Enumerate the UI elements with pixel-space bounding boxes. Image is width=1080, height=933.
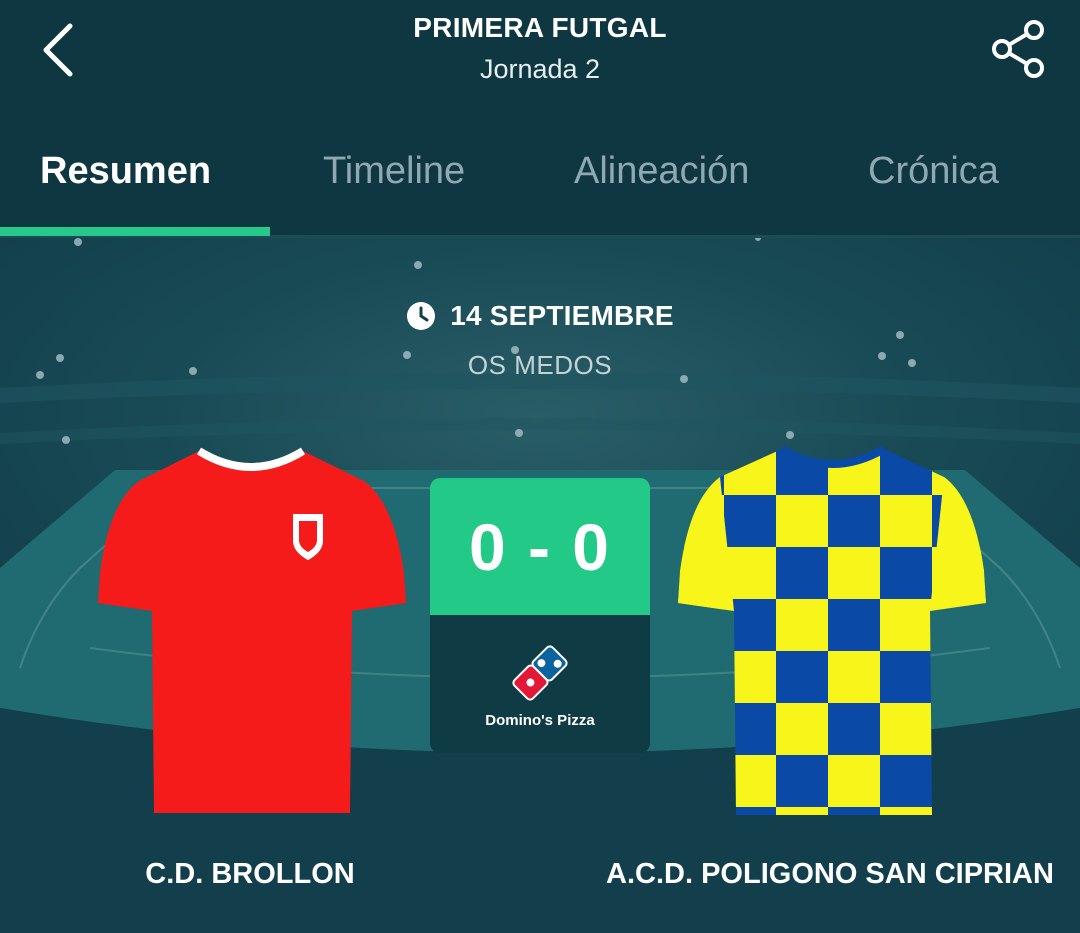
match-score: 0 - 0 [430,478,650,615]
competition-title: PRIMERA FUTGAL [413,12,667,43]
sponsor-panel: Domino's Pizza [430,615,650,753]
match-date: 14 SEPTIEMBRE [450,300,674,331]
tab-alineacion[interactable]: Alineación [574,150,749,210]
match-venue: OS MEDOS [467,350,613,380]
scoreboard: 0 - 0 Domino's Pizza [430,478,650,753]
tab-bar: Resumen Timeline Alineación Crónica [0,120,1080,238]
round-label: Jornada 2 [479,54,601,84]
clock-icon [407,302,436,330]
home-team-name[interactable]: C.D. BROLLON [100,858,400,891]
app-header: PRIMERA FUTGAL Jornada 2 [0,0,1080,120]
away-team-shirt[interactable] [672,443,992,815]
share-icon [992,20,1044,78]
home-team-shirt[interactable] [94,443,409,813]
tab-cronica[interactable]: Crónica [868,150,999,210]
dominos-logo-icon [512,644,568,701]
active-tab-indicator [0,227,270,236]
match-date-row: 14 SEPTIEMBRE [0,300,1080,332]
match-hero: 14 SEPTIEMBRE OS MEDOS 0 - 0 Domino's Pi… [0,238,1080,933]
away-team-name[interactable]: A.C.D. POLIGONO SAN CIPRIAN [580,858,1080,891]
tab-resumen[interactable]: Resumen [40,150,211,210]
share-button[interactable] [986,16,1050,82]
sponsor-name: Domino's Pizza [485,711,595,729]
tab-timeline[interactable]: Timeline [323,150,465,210]
